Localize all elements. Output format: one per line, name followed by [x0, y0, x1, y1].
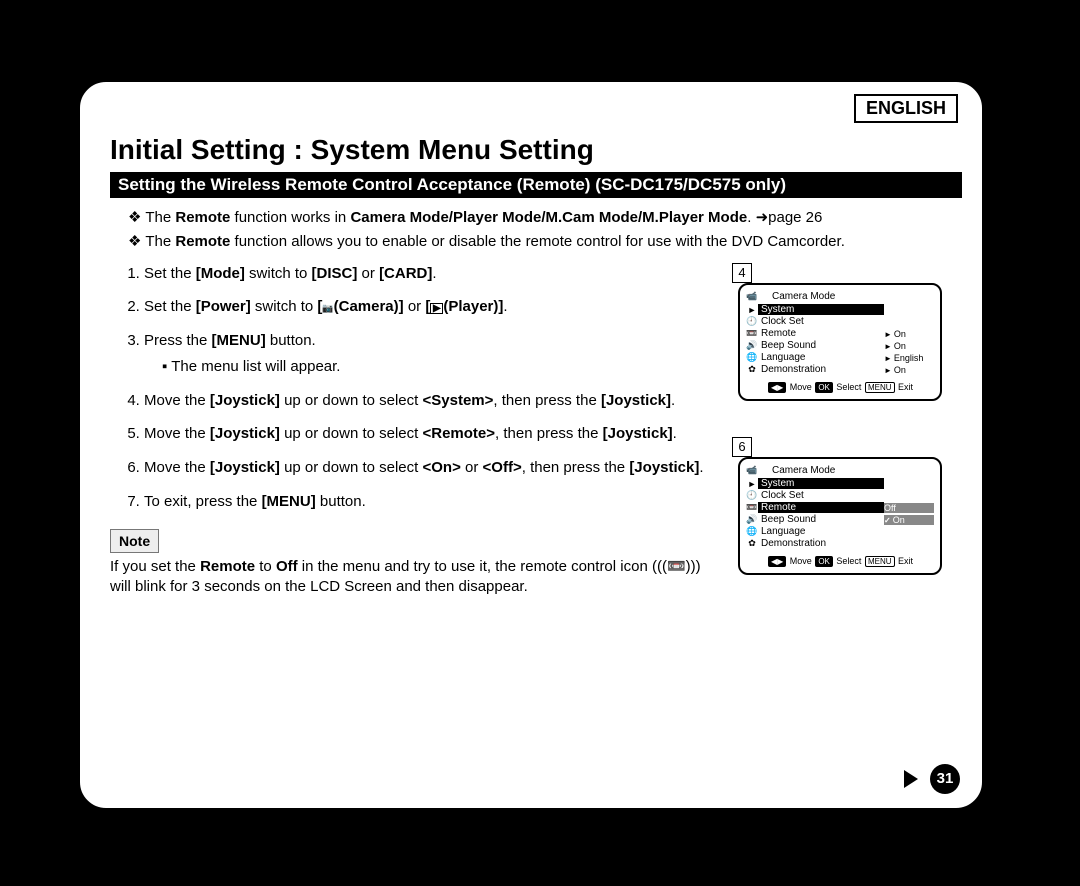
page-title: Initial Setting : System Menu Setting	[110, 134, 962, 166]
osd-row-icon: ✿	[746, 364, 758, 375]
osd-row-icon: 🌐	[746, 352, 758, 363]
osd-row-value: On	[884, 365, 934, 375]
camera-mode-icon: 📹	[746, 291, 758, 304]
osd-row-icon: 🕘	[746, 490, 758, 501]
osd-row-value: On	[884, 515, 934, 525]
osd-row-name: Demonstration	[758, 538, 884, 549]
camera-icon	[322, 298, 333, 315]
camera-mode-icon: 📹	[746, 465, 758, 478]
osd-row-value: Off	[884, 503, 934, 513]
osd-row-name: System	[758, 304, 884, 315]
step-list: Set the [Mode] switch to [DISC] or [CARD…	[110, 259, 724, 607]
osd-row-value: On	[884, 341, 934, 351]
osd-menu-item: ►System	[746, 304, 934, 316]
osd-row-name: Language	[758, 352, 884, 363]
osd-row-name: Demonstration	[758, 364, 884, 375]
osd-footer: ◀▶ Move OK Select MENU Exit	[746, 556, 934, 567]
ok-key-icon: OK	[815, 556, 833, 567]
osd-row-name: Remote	[758, 502, 884, 513]
osd-menu-item: 📼RemoteOn	[746, 328, 934, 340]
osd-row-icon: ►	[746, 479, 758, 489]
osd-row-name: Clock Set	[758, 490, 884, 501]
manual-page: ENGLISH Initial Setting : System Menu Se…	[78, 80, 984, 810]
osd-screenshot-6: 📹Camera Mode ►System🕘Clock Set📼RemoteOff…	[738, 457, 942, 575]
player-icon	[430, 298, 443, 315]
osd-menu-item: ►System	[746, 478, 934, 490]
screenshot-step-ref: 4	[732, 263, 752, 283]
intro-block: The Remote function works in Camera Mode…	[128, 208, 962, 253]
section-heading: Setting the Wireless Remote Control Acce…	[110, 172, 962, 198]
screenshot-step-ref: 6	[732, 437, 752, 457]
language-badge: ENGLISH	[854, 94, 958, 123]
osd-menu-item: 🔊Beep SoundOn	[746, 340, 934, 352]
osd-row-icon: 🔊	[746, 340, 758, 351]
osd-menu-item: ✿DemonstrationOn	[746, 364, 934, 376]
ok-key-icon: OK	[815, 382, 833, 393]
osd-row-name: Beep Sound	[758, 514, 884, 525]
nav-key-icon: ◀▶	[768, 556, 786, 567]
osd-screenshot-4: 📹Camera Mode ►System🕘Clock Set📼RemoteOn🔊…	[738, 283, 942, 401]
osd-menu-item: 🌐LanguageEnglish	[746, 352, 934, 364]
osd-row-icon: 🕘	[746, 316, 758, 327]
osd-row-icon: 📼	[746, 502, 758, 513]
osd-row-name: Language	[758, 526, 884, 537]
osd-menu-item: ✿Demonstration	[746, 538, 934, 550]
page-ref-arrow-icon	[756, 209, 769, 226]
remote-blocked-icon: ((📼))	[657, 558, 696, 575]
page-corner-triangle-icon	[904, 770, 918, 788]
osd-menu-item: 🔊Beep SoundOn	[746, 514, 934, 526]
osd-row-icon: 🔊	[746, 514, 758, 525]
osd-row-icon: 🌐	[746, 526, 758, 537]
osd-row-icon: ►	[746, 305, 758, 315]
menu-key-icon: MENU	[865, 382, 895, 393]
osd-row-value: English	[884, 353, 934, 363]
osd-column: 4 📹Camera Mode ►System🕘Clock Set📼RemoteO…	[732, 259, 962, 607]
osd-footer: ◀▶ Move OK Select MENU Exit	[746, 382, 934, 393]
osd-menu-item: 📼RemoteOff	[746, 502, 934, 514]
osd-row-name: Clock Set	[758, 316, 884, 327]
page-number: 31	[930, 764, 960, 794]
osd-menu-item: 🕘Clock Set	[746, 316, 934, 328]
osd-row-icon: ✿	[746, 538, 758, 549]
osd-menu-item: 🌐Language	[746, 526, 934, 538]
note-label: Note	[110, 529, 159, 553]
nav-key-icon: ◀▶	[768, 382, 786, 393]
menu-key-icon: MENU	[865, 556, 895, 567]
osd-row-value: On	[884, 329, 934, 339]
note-text: If you set the Remote to Off in the menu…	[110, 557, 724, 598]
osd-row-name: Remote	[758, 328, 884, 339]
osd-menu-item: 🕘Clock Set	[746, 490, 934, 502]
osd-row-name: System	[758, 478, 884, 489]
osd-row-name: Beep Sound	[758, 340, 884, 351]
osd-row-icon: 📼	[746, 328, 758, 339]
